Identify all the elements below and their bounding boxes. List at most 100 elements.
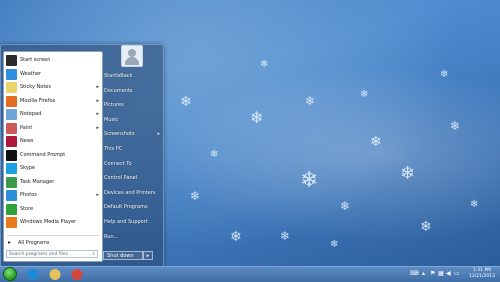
system-tray: ⌨ ▴ ⚑ ▦ ◀ ▭ 1:31 PM 12/21/2013 bbox=[408, 267, 498, 282]
clock-date: 12/21/2013 bbox=[469, 274, 495, 279]
places-item-label: Control Panel bbox=[104, 175, 138, 182]
app-item[interactable]: Mozilla Firefox ▸ bbox=[4, 95, 102, 108]
app-icon bbox=[6, 149, 17, 161]
snowflake-icon: ❄ bbox=[250, 108, 264, 127]
places-item[interactable]: Documents bbox=[104, 88, 162, 98]
places-item[interactable]: Connect To bbox=[104, 161, 162, 171]
places-item[interactable]: Screenshots ▸ bbox=[104, 131, 162, 141]
start-menu-programs-pane: Start screen Weather Sticky Notes ▸ Mozilla … bbox=[3, 51, 103, 262]
app-item[interactable]: Notepad ▸ bbox=[4, 108, 102, 121]
show-hidden-icons-icon[interactable]: ▴ bbox=[422, 270, 425, 277]
places-item[interactable]: StartIsBack bbox=[104, 73, 162, 83]
app-item[interactable]: Sticky Notes ▸ bbox=[4, 81, 102, 94]
volume-icon[interactable]: ◀ bbox=[446, 270, 451, 277]
search-input[interactable]: Search programs and files ⌕ bbox=[6, 250, 98, 258]
start-menu: Start screen Weather Sticky Notes ▸ Mozilla … bbox=[0, 44, 164, 268]
places-item[interactable]: Default Programs bbox=[104, 204, 162, 214]
start-menu-places-pane: StartIsBack Documents Pictures Music Screens… bbox=[103, 45, 163, 267]
app-label: Store bbox=[20, 205, 34, 212]
snowflake-icon: ❄ bbox=[370, 134, 382, 150]
app-item[interactable]: Photos ▸ bbox=[4, 189, 102, 202]
app-label: Start screen bbox=[20, 57, 51, 63]
chevron-right-icon: ▸ bbox=[157, 131, 160, 138]
app-icon bbox=[6, 68, 17, 80]
taskbar: ⌨ ▴ ⚑ ▦ ◀ ▭ 1:31 PM 12/21/2013 bbox=[0, 266, 500, 282]
places-item-label: Connect To bbox=[104, 160, 132, 167]
start-button[interactable] bbox=[3, 267, 17, 281]
snowflake-icon: ❄ bbox=[440, 69, 449, 80]
app-item[interactable]: Command Prompt bbox=[4, 149, 102, 162]
clock[interactable]: 1:31 PM 12/21/2013 bbox=[466, 268, 498, 280]
places-item-label: Help and Support bbox=[104, 219, 148, 225]
app-item[interactable]: News bbox=[4, 135, 102, 148]
places-item[interactable]: Control Panel bbox=[104, 175, 162, 185]
places-item[interactable]: Devices and Printers bbox=[104, 190, 162, 200]
app-label: Paint bbox=[20, 124, 33, 131]
app-label: Skype bbox=[20, 165, 36, 171]
chevron-right-icon: ▸ bbox=[96, 192, 99, 198]
app-label: Weather bbox=[20, 70, 42, 77]
app-label: News bbox=[20, 138, 34, 144]
app-icon bbox=[6, 163, 17, 174]
file-explorer-icon[interactable] bbox=[48, 268, 62, 281]
snowflake-icon: ❄ bbox=[470, 199, 479, 210]
display-icon[interactable]: ▭ bbox=[454, 270, 460, 277]
all-programs-button[interactable]: ▸ All Programs bbox=[4, 238, 102, 248]
places-item-label: Pictures bbox=[104, 102, 124, 109]
internet-explorer-icon[interactable] bbox=[26, 268, 40, 281]
user-avatar[interactable] bbox=[121, 45, 143, 67]
app-icon bbox=[6, 176, 17, 188]
places-item[interactable]: Music bbox=[104, 117, 162, 127]
app-label: Photos bbox=[20, 192, 37, 198]
places-item[interactable]: This PC bbox=[104, 146, 162, 156]
shutdown-options-button[interactable]: ▸ bbox=[143, 251, 153, 260]
places-item-label: StartIsBack bbox=[104, 73, 133, 79]
app-item[interactable]: Task Manager bbox=[4, 176, 102, 189]
shutdown-button[interactable]: Shut down bbox=[103, 251, 143, 260]
keyboard-icon[interactable]: ⌨ bbox=[410, 270, 419, 277]
places-item-label: This PC bbox=[104, 146, 123, 152]
all-programs-label: All Programs bbox=[18, 240, 50, 246]
chevron-right-icon: ▸ bbox=[8, 239, 12, 246]
places-item-label: Music bbox=[104, 116, 119, 123]
snowflake-icon: ❄ bbox=[400, 163, 416, 184]
snowflake-icon: ❄ bbox=[260, 59, 269, 70]
places-item-label: Default Programs bbox=[104, 204, 148, 211]
snowflake-icon: ❄ bbox=[340, 199, 351, 213]
places-item[interactable]: Help and Support bbox=[104, 219, 162, 229]
snowflake-icon: ❄ bbox=[450, 119, 461, 133]
app-item[interactable]: Weather bbox=[4, 68, 102, 81]
app-item[interactable]: Store bbox=[4, 203, 102, 216]
chrome-icon[interactable] bbox=[70, 268, 84, 281]
snowflake-icon: ❄ bbox=[190, 189, 201, 203]
places-item-label: Documents bbox=[104, 87, 133, 94]
snowflake-icon: ❄ bbox=[300, 168, 319, 193]
places-item-label: Devices and Printers bbox=[104, 189, 156, 196]
chevron-right-icon: ▸ bbox=[96, 111, 99, 117]
flag-icon[interactable]: ⚑ bbox=[430, 270, 435, 277]
app-icon bbox=[6, 55, 17, 66]
app-icon bbox=[6, 136, 17, 147]
chevron-right-icon: ▸ bbox=[96, 84, 99, 90]
app-label: Windows Media Player bbox=[20, 219, 77, 225]
app-icon bbox=[6, 122, 17, 134]
network-icon[interactable]: ▦ bbox=[438, 270, 444, 277]
app-label: Sticky Notes bbox=[20, 84, 51, 90]
snowflake-icon: ❄ bbox=[280, 229, 291, 243]
snowflake-icon: ❄ bbox=[420, 219, 432, 235]
places-item[interactable]: Run... bbox=[104, 234, 162, 244]
app-item[interactable]: Windows Media Player bbox=[4, 216, 102, 229]
app-item[interactable]: Paint ▸ bbox=[4, 122, 102, 135]
app-label: Command Prompt bbox=[20, 151, 66, 158]
app-icon bbox=[6, 109, 17, 120]
snowflake-icon: ❄ bbox=[330, 239, 339, 250]
app-item[interactable]: Start screen bbox=[4, 54, 102, 67]
places-item[interactable]: Pictures bbox=[104, 102, 162, 112]
user-icon-body bbox=[125, 57, 139, 65]
search-icon: ⌕ bbox=[92, 251, 95, 257]
app-item[interactable]: Skype bbox=[4, 162, 102, 175]
snowflake-icon: ❄ bbox=[210, 149, 219, 160]
app-label: Mozilla Firefox bbox=[20, 97, 56, 104]
app-icon bbox=[6, 203, 17, 215]
app-icon bbox=[6, 190, 17, 201]
